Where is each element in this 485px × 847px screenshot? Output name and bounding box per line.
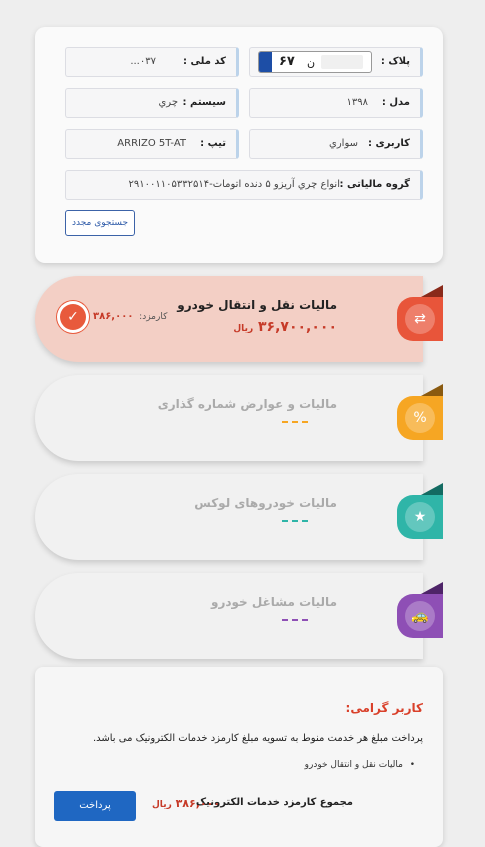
- service-title: مالیات نقل و انتقال خودرو: [177, 298, 337, 312]
- retry-search-button[interactable]: جستجوی مجدد: [65, 210, 135, 236]
- payment-info-card: کاربر گرامی: پرداخت مبلغ هر خدمت منوط به…: [35, 667, 443, 847]
- amount-currency: ریال: [233, 324, 254, 334]
- plate-number: ۶۷: [279, 54, 295, 69]
- type-value: ARRIZO 5T-AT: [117, 138, 186, 149]
- service-dash: [282, 421, 308, 423]
- fee-label: کارمزد:: [139, 312, 168, 322]
- tax-group-value: انواع چري آريزو ۵ دنده اتومات-۲۹۱۰۰۱۱۰۵۳…: [128, 179, 340, 190]
- system-label: سیستم :: [182, 97, 227, 108]
- total-fee-value: ۳۸۶,۰۰۰: [175, 797, 221, 810]
- national-code-field: کد ملی : ۰۳۷...: [65, 47, 239, 77]
- amount-value: ۳۶,۷۰۰,۰۰۰: [258, 319, 337, 335]
- usage-value: سواري: [329, 138, 358, 149]
- plate-letter: ن: [307, 56, 316, 69]
- fee-value: ۳۸۶,۰۰۰: [93, 311, 134, 322]
- pay-button[interactable]: پرداخت: [54, 791, 136, 821]
- plate-mask: [321, 55, 363, 69]
- car-percent-icon: %: [405, 403, 435, 433]
- tax-group-field: گروه مالیاتی : انواع چري آريزو ۵ دنده ات…: [65, 170, 423, 200]
- usage-field: کاربری : سواري: [249, 129, 423, 159]
- service-dash: [282, 520, 308, 522]
- service-badge: 🚕: [397, 582, 443, 638]
- national-code-label: کد ملی :: [183, 56, 226, 67]
- dear-user-heading: کاربر گرامی:: [345, 701, 423, 715]
- transfer-icon: ⇄: [405, 304, 435, 334]
- service-badge: ★: [397, 483, 443, 539]
- service-fee: کارمزد: ۳۸۶,۰۰۰: [93, 311, 167, 322]
- iran-flag-icon: [259, 52, 272, 72]
- service-transfer-tax[interactable]: ⇄ مالیات نقل و انتقال خودرو ۳۶,۷۰۰,۰۰۰ ر…: [35, 276, 443, 362]
- vehicle-info-card: پلاک : ۶۷ ن کد ملی : ۰۳۷... مدل : ۱۳۹۸ س…: [35, 27, 443, 263]
- taxi-icon: 🚕: [405, 601, 435, 631]
- service-luxury-tax[interactable]: ★ مالیات خودروهای لوکس: [35, 474, 443, 560]
- selected-service-item: مالیات نقل و انتقال خودرو: [305, 760, 416, 770]
- total-fee-currency: ریال: [152, 800, 172, 810]
- service-title: مالیات و عوارض شماره گذاری: [157, 397, 337, 411]
- model-value: ۱۳۹۸: [346, 97, 368, 108]
- service-dash: [282, 619, 308, 621]
- type-label: تیپ :: [200, 138, 226, 149]
- service-badge: %: [397, 384, 443, 440]
- service-badge: ⇄: [397, 285, 443, 341]
- plate-field: پلاک : ۶۷ ن: [249, 47, 423, 77]
- system-value: چري: [158, 97, 178, 108]
- system-field: سیستم : چري: [65, 88, 239, 118]
- check-icon[interactable]: ✓: [60, 304, 86, 330]
- service-title: مالیات خودروهای لوکس: [194, 496, 337, 510]
- service-registration-tax[interactable]: % مالیات و عوارض شماره گذاری: [35, 375, 443, 461]
- info-message: پرداخت مبلغ هر خدمت منوط به تسویه مبلغ ک…: [92, 733, 423, 744]
- plate-label: پلاک :: [380, 56, 410, 67]
- service-car-business-tax[interactable]: 🚕 مالیات مشاغل خودرو: [35, 573, 443, 659]
- license-plate: ۶۷ ن: [258, 51, 372, 73]
- national-code-value: ۰۳۷...: [130, 56, 156, 67]
- model-field: مدل : ۱۳۹۸: [249, 88, 423, 118]
- usage-label: کاربری :: [368, 138, 410, 149]
- total-fee-amount: ۳۸۶,۰۰۰ ریال: [152, 797, 220, 810]
- service-amount: ۳۶,۷۰۰,۰۰۰ ریال: [233, 319, 337, 335]
- type-field: تیپ : ARRIZO 5T-AT: [65, 129, 239, 159]
- service-title: مالیات مشاغل خودرو: [210, 595, 337, 609]
- model-label: مدل :: [381, 97, 410, 108]
- tax-group-label: گروه مالیاتی :: [339, 179, 410, 190]
- luxury-car-icon: ★: [405, 502, 435, 532]
